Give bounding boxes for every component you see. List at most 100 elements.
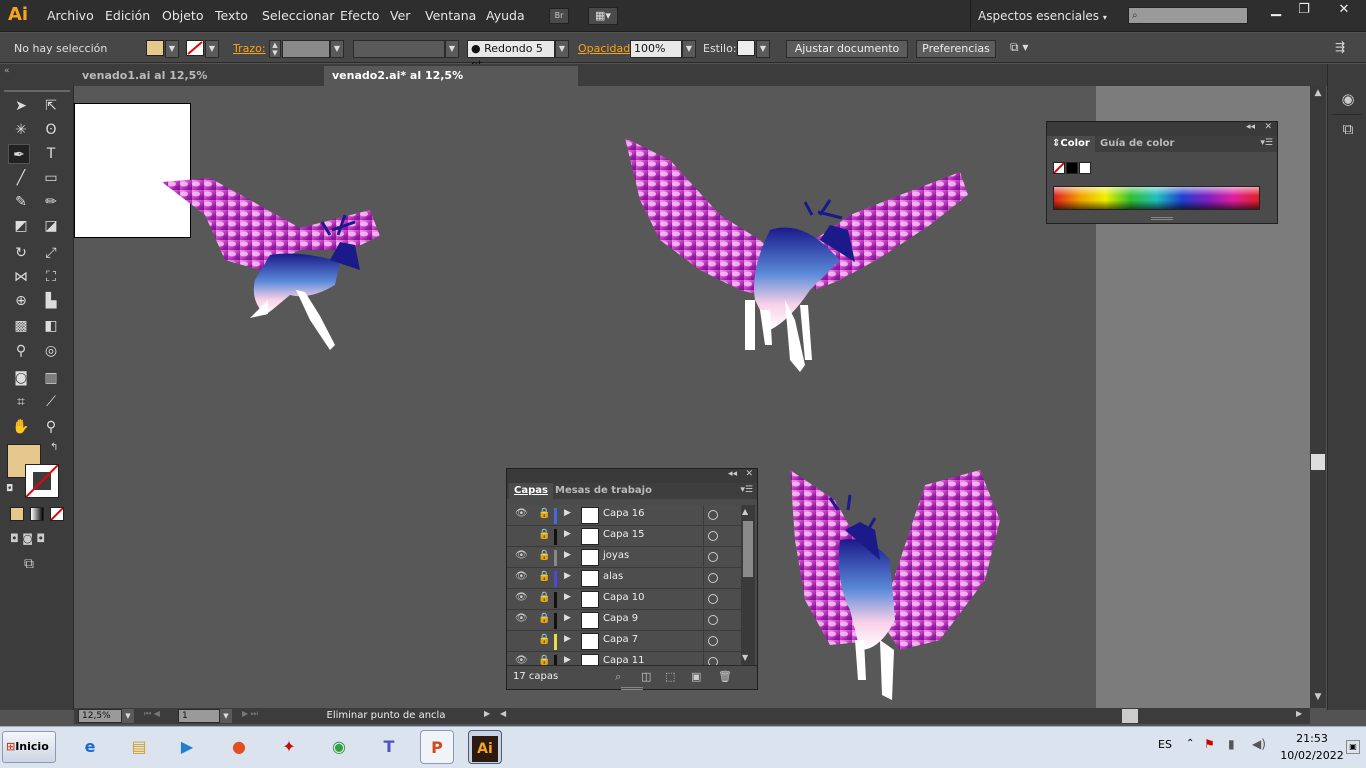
layer-row[interactable]: 🔒 ▶ Capa 7 <box>507 631 745 652</box>
acrobat-icon[interactable]: ✦ <box>272 730 306 764</box>
layer-name[interactable]: alas <box>603 571 623 582</box>
layer-name[interactable]: Capa 16 <box>603 508 645 519</box>
target-circle-icon[interactable] <box>708 657 718 665</box>
scroll-down-icon[interactable]: ▼ <box>1312 692 1324 704</box>
layers-scrollbar[interactable]: ▲ ▼ <box>741 505 755 665</box>
lock-icon[interactable]: 🔒 <box>538 550 550 561</box>
visibility-eye-icon[interactable]: 👁 <box>515 592 528 603</box>
deer-artwork-2[interactable] <box>625 138 968 372</box>
explorer-icon[interactable]: ▤ <box>122 730 156 764</box>
tab-color[interactable]: ⇕Color <box>1047 136 1095 152</box>
none-swatch[interactable] <box>1053 162 1065 174</box>
trash-icon[interactable]: 🗑 <box>718 670 732 683</box>
white-swatch[interactable] <box>1079 162 1091 174</box>
vertical-scrollbar[interactable]: ▲ ▼ <box>1310 86 1326 708</box>
target-circle-icon[interactable] <box>708 615 718 625</box>
target-circle-icon[interactable] <box>708 531 718 541</box>
lock-icon[interactable]: 🔒 <box>538 613 550 624</box>
tab-color-guide[interactable]: Guía de color <box>1095 136 1179 152</box>
illustrator-icon[interactable]: Ai <box>468 730 502 764</box>
scroll-down-icon[interactable]: ▼ <box>742 653 748 662</box>
network-icon[interactable]: ▮ <box>1228 737 1235 751</box>
layer-row[interactable]: 👁 🔒 ▶ Capa 11 <box>507 652 745 665</box>
scroll-up-icon[interactable]: ▲ <box>1312 88 1324 100</box>
target-circle-icon[interactable] <box>708 552 718 562</box>
notification-icon[interactable]: ▣ <box>1346 740 1360 754</box>
media-icon[interactable]: ▶ <box>170 730 204 764</box>
scroll-left-icon[interactable]: ◀ <box>500 709 506 718</box>
resize-grip-icon[interactable] <box>1151 217 1173 220</box>
target-circle-icon[interactable] <box>708 636 718 646</box>
clipping-mask-icon[interactable]: ◫ <box>641 670 651 683</box>
layer-name[interactable]: Capa 7 <box>603 634 638 645</box>
ie-icon[interactable]: e <box>73 730 107 764</box>
visibility-eye-icon[interactable]: 👁 <box>515 655 528 665</box>
lock-icon[interactable]: 🔒 <box>538 529 550 540</box>
collapse-icon[interactable]: ◂◂ <box>728 469 737 479</box>
lock-icon[interactable]: 🔒 <box>538 634 550 645</box>
expand-triangle-icon[interactable]: ▶ <box>564 550 571 560</box>
tray-expand-icon[interactable]: ⌃ <box>1186 738 1194 749</box>
lock-icon[interactable]: 🔒 <box>538 508 550 519</box>
new-sublayer-icon[interactable]: ⬚ <box>665 670 675 683</box>
scroll-right-icon[interactable]: ▶ <box>1296 709 1302 718</box>
panel-close-icon[interactable]: ✕ <box>745 469 753 479</box>
black-swatch[interactable] <box>1066 162 1078 174</box>
lock-icon[interactable]: 🔒 <box>538 655 550 665</box>
lock-icon[interactable]: 🔒 <box>538 571 550 582</box>
color-spectrum[interactable] <box>1053 186 1260 210</box>
tab-layers[interactable]: Capas <box>509 483 553 499</box>
artboards-panel-icon[interactable]: ⧉ <box>1338 120 1358 140</box>
layer-row[interactable]: 👁 🔒 ▶ Capa 10 <box>507 589 745 610</box>
target-circle-icon[interactable] <box>708 510 718 520</box>
teams-icon[interactable]: T <box>372 730 406 764</box>
start-button[interactable]: ⊞Inicio <box>2 731 56 763</box>
visibility-eye-icon[interactable]: 👁 <box>515 571 528 582</box>
expand-triangle-icon[interactable]: ▶ <box>564 571 571 581</box>
horizontal-scroll-thumb[interactable] <box>1122 709 1138 723</box>
color-panel-header[interactable]: ◂◂ ✕ <box>1047 122 1277 136</box>
scroll-up-icon[interactable]: ▲ <box>742 507 748 516</box>
zoom-dropdown[interactable]: ▼ <box>122 709 134 723</box>
expand-triangle-icon[interactable]: ▶ <box>564 634 571 644</box>
expand-triangle-icon[interactable]: ▶ <box>564 655 571 665</box>
scroll-thumb[interactable] <box>1311 454 1325 470</box>
artboard-number-field[interactable]: 1 <box>178 709 220 723</box>
expand-triangle-icon[interactable]: ▶ <box>564 613 571 623</box>
target-circle-icon[interactable] <box>708 594 718 604</box>
layers-panel-header[interactable]: ◂◂ ✕ <box>507 469 757 483</box>
expand-triangle-icon[interactable]: ▶ <box>564 592 571 602</box>
visibility-eye-icon[interactable]: 👁 <box>515 613 528 624</box>
layer-name[interactable]: Capa 10 <box>603 592 645 603</box>
tab-artboards[interactable]: Mesas de trabajo <box>550 483 657 499</box>
status-menu-icon[interactable]: ▶ <box>484 709 490 718</box>
layer-row[interactable]: 👁 🔒 ▶ alas <box>507 568 745 589</box>
zoom-field[interactable]: 12,5% <box>78 709 122 723</box>
collapse-icon[interactable]: ◂◂ <box>1246 122 1255 132</box>
panel-menu-icon[interactable]: ▾☰ <box>1260 138 1273 148</box>
expand-triangle-icon[interactable]: ▶ <box>564 508 571 518</box>
firefox-icon[interactable]: ● <box>222 730 256 764</box>
clock-time[interactable]: 21:53 <box>1284 732 1340 745</box>
language-indicator[interactable]: ES <box>1158 738 1172 751</box>
clock-date[interactable]: 10/02/2022 <box>1280 749 1344 762</box>
layer-row[interactable]: 👁 🔒 ▶ Capa 16 <box>507 505 745 526</box>
layer-row[interactable]: 👁 🔒 ▶ joyas <box>507 547 745 568</box>
layer-row[interactable]: 👁 🔒 ▶ Capa 9 <box>507 610 745 631</box>
new-layer-icon[interactable]: ▣ <box>691 670 701 683</box>
first-artboard-icon[interactable]: ⏮ ◀ <box>144 709 160 719</box>
resize-grip-icon[interactable] <box>621 687 643 690</box>
layer-name[interactable]: Capa 11 <box>603 655 645 665</box>
chrome-icon[interactable]: ◉ <box>322 730 356 764</box>
security-alert-icon[interactable]: ⚑ <box>1204 737 1215 751</box>
locate-object-icon[interactable]: ⌕ <box>615 670 621 684</box>
powerpoint-icon[interactable]: P <box>420 730 454 764</box>
artboard-dropdown[interactable]: ▼ <box>220 709 232 723</box>
scroll-thumb[interactable] <box>743 521 753 577</box>
last-artboard-icon[interactable]: ▶ ⏭ <box>242 709 258 719</box>
panel-close-icon[interactable]: ✕ <box>1264 122 1272 132</box>
deer-artwork-1[interactable] <box>162 178 380 350</box>
deer-artwork-3[interactable] <box>790 470 1000 700</box>
layer-name[interactable]: Capa 15 <box>603 529 645 540</box>
expand-triangle-icon[interactable]: ▶ <box>564 529 571 539</box>
